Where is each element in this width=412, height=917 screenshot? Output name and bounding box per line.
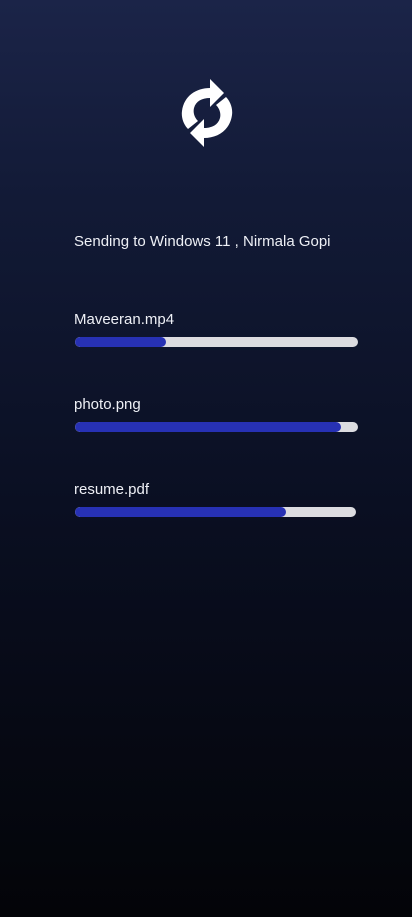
transfer-item-resume: resume.pdf	[74, 481, 360, 517]
progress-fill	[75, 422, 342, 432]
progress-bar	[75, 422, 358, 432]
transfer-item-maveeran: Maveeran.mp4	[74, 311, 360, 347]
progress-fill	[75, 337, 166, 347]
progress-fill	[75, 507, 286, 517]
progress-bar	[75, 507, 356, 517]
file-name: Maveeran.mp4	[74, 311, 175, 328]
file-name: resume.pdf	[74, 481, 150, 498]
transfer-item-photo: photo.png	[74, 396, 360, 432]
sending-status-text: Sending to Windows 11 , Nirmala Gopi	[74, 233, 331, 250]
progress-bar	[75, 337, 358, 347]
sync-icon	[181, 79, 233, 147]
file-name: photo.png	[74, 396, 141, 413]
